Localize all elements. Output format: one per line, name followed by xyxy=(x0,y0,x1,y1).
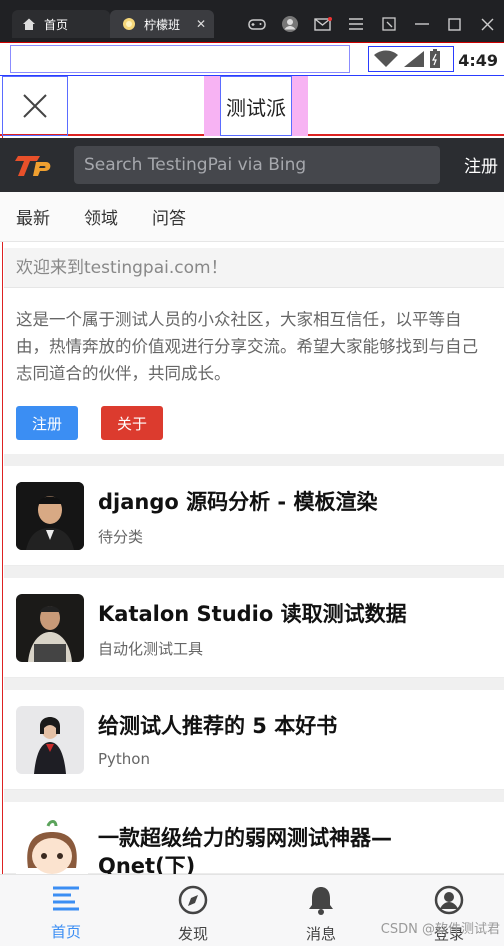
avatar-icon[interactable] xyxy=(273,10,306,38)
feed-item[interactable]: 一款超级给力的弱网测试神器— Qnet(下) xyxy=(4,802,504,878)
title-highlight: 测试派 xyxy=(204,76,308,136)
testingpai-logo[interactable] xyxy=(14,152,54,180)
avatar xyxy=(16,706,84,774)
tab-home[interactable]: 首页 xyxy=(12,10,110,38)
site-header: Search TestingPai via Bing 注册 xyxy=(0,138,504,192)
feed-category[interactable]: 自动化测试工具 xyxy=(98,638,203,659)
list-icon xyxy=(53,886,79,911)
bottom-nav-discover[interactable]: 发现 xyxy=(153,885,233,944)
tab-domain[interactable]: 领域 xyxy=(84,204,118,229)
divider xyxy=(4,678,504,690)
divider xyxy=(4,566,504,578)
welcome-body: 这是一个属于测试人员的小众社区，大家相互信任，以平等自由，热情奔放的价值观进行分… xyxy=(4,290,504,454)
register-button[interactable]: 注册 xyxy=(16,406,78,440)
signal-icon xyxy=(404,51,424,67)
bell-icon xyxy=(309,887,333,915)
divider xyxy=(4,790,504,802)
wifi-icon xyxy=(374,50,398,67)
avatar xyxy=(16,594,84,662)
tab-label: 柠檬班 xyxy=(144,17,181,32)
tab-close-icon[interactable]: ✕ xyxy=(196,17,206,31)
welcome-title: 欢迎来到testingpai.com！ xyxy=(4,248,504,288)
divider xyxy=(4,454,504,466)
feed-item[interactable]: django 源码分析 - 模板渲染 待分类 xyxy=(4,466,504,566)
page-title: 测试派 xyxy=(220,76,292,136)
bottom-nav-messages[interactable]: 消息 xyxy=(281,885,361,944)
minimize-icon[interactable] xyxy=(405,10,438,38)
status-icons xyxy=(368,46,454,72)
status-frame xyxy=(10,45,350,73)
search-input[interactable]: Search TestingPai via Bing xyxy=(74,146,440,184)
feed-category[interactable]: Python xyxy=(98,750,150,768)
tab-latest[interactable]: 最新 xyxy=(16,204,50,229)
window-controls xyxy=(240,10,504,38)
close-icon xyxy=(23,94,47,118)
window-titlebar: 首页 柠檬班 ✕ xyxy=(0,0,504,42)
battery-icon xyxy=(430,49,440,68)
gamepad-icon[interactable] xyxy=(240,10,273,38)
phone-status-bar: 4:49 xyxy=(0,42,504,76)
register-link[interactable]: 注册 xyxy=(464,152,498,177)
feed-title[interactable]: 一款超级给力的弱网测试神器— xyxy=(98,822,392,852)
feed-title[interactable]: django 源码分析 - 模板渲染 xyxy=(98,486,377,516)
bottom-nav-home[interactable]: 首页 xyxy=(26,885,106,942)
feed-title[interactable]: 给测试人推荐的 5 本好书 xyxy=(98,710,337,740)
debug-border xyxy=(2,136,3,946)
feed-item[interactable]: 给测试人推荐的 5 本好书 Python xyxy=(4,690,504,790)
tab-label: 首页 xyxy=(44,17,69,32)
tab-lemon[interactable]: 柠檬班 ✕ xyxy=(110,10,214,38)
clock: 4:49 xyxy=(458,51,498,70)
window-close-icon[interactable] xyxy=(471,10,504,38)
user-icon xyxy=(434,885,464,915)
feed-item[interactable]: Katalon Studio 读取测试数据 自动化测试工具 xyxy=(4,578,504,678)
watermark: CSDN @软件测试君 xyxy=(380,922,500,937)
compass-icon xyxy=(178,885,208,915)
maximize-icon[interactable] xyxy=(438,10,471,38)
feed-title[interactable]: Katalon Studio 读取测试数据 xyxy=(98,598,407,628)
about-button[interactable]: 关于 xyxy=(101,406,163,440)
home-icon xyxy=(23,18,35,30)
tab-qa[interactable]: 问答 xyxy=(152,204,186,229)
avatar xyxy=(16,482,84,550)
close-button[interactable] xyxy=(2,76,68,136)
pin-icon[interactable] xyxy=(372,10,405,38)
nav-tabs: 最新 领域 问答 xyxy=(0,192,504,242)
lemon-icon xyxy=(123,18,135,30)
feed-category[interactable]: 待分类 xyxy=(98,526,143,547)
menu-icon[interactable] xyxy=(339,10,372,38)
mail-icon[interactable] xyxy=(306,10,339,38)
app-title-bar: 测试派 xyxy=(0,76,504,136)
